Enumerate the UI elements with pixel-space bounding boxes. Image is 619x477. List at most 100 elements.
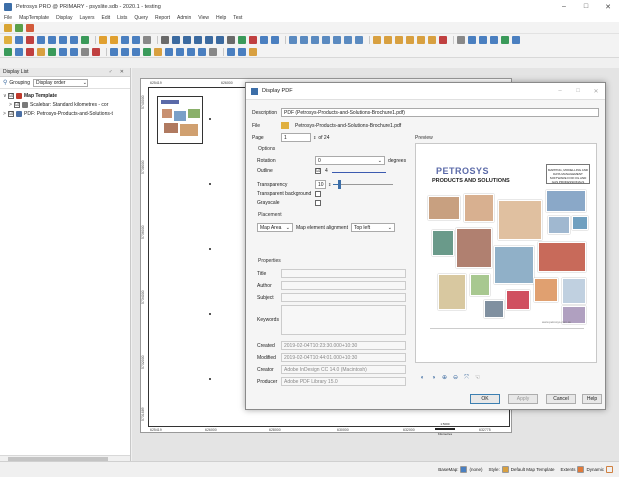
add-layer-icon[interactable] (4, 47, 12, 56)
transparent-bg-checkbox[interactable] (315, 191, 321, 197)
tool-b-icon[interactable] (384, 36, 392, 44)
tool-c-icon[interactable] (395, 36, 403, 44)
menu-layers[interactable]: Layers (79, 15, 94, 21)
tool-a-icon[interactable] (373, 36, 381, 44)
list-icon[interactable] (59, 36, 67, 44)
visibility-checkbox[interactable]: ☑ (14, 101, 20, 108)
menu-help[interactable]: Help (216, 15, 226, 21)
menu-test[interactable]: Test (233, 15, 242, 21)
cancel-button[interactable]: Cancel (546, 394, 576, 404)
menu-display[interactable]: Display (56, 15, 72, 21)
visibility-checkbox[interactable]: ☑ (8, 92, 14, 99)
basemap-icon[interactable] (460, 466, 468, 473)
ok-button[interactable]: OK (470, 394, 500, 404)
page-input[interactable]: 1 (281, 133, 311, 142)
dynamic-icon[interactable] (606, 466, 613, 473)
grouping-select[interactable]: Display order ⌄ (32, 78, 88, 87)
transparency-input[interactable]: 10 (315, 180, 326, 189)
menu-report[interactable]: Report (155, 15, 170, 21)
image-icon[interactable] (48, 47, 56, 56)
pointer-icon[interactable] (4, 36, 12, 44)
tree-item-scalebar[interactable]: > ☑ Scalebar: Standard kilometres - cor (3, 100, 127, 109)
page-spinner-icon[interactable]: ⇕ (313, 135, 316, 140)
tool-g-icon[interactable] (439, 36, 447, 44)
close-button[interactable]: ✕ (597, 0, 619, 13)
options-icon[interactable] (249, 47, 257, 56)
zoom-extents-icon[interactable]: ⤧ (462, 374, 471, 382)
new-icon[interactable] (15, 23, 23, 32)
zoom-previous-icon[interactable]: ◐ (418, 374, 427, 382)
tree-item-pdf[interactable]: > ☑ PDF: Petrosys-Products-and-Solutions… (3, 109, 127, 118)
dialog-minimize-button[interactable]: – (551, 88, 569, 95)
transparency-spinner-icon[interactable]: ⇕ (328, 182, 331, 187)
polygon-icon[interactable] (479, 36, 487, 44)
map-icon[interactable] (260, 36, 268, 44)
pdf-thumbnail[interactable] (157, 96, 203, 144)
culture-icon[interactable] (311, 36, 319, 44)
zoom-previous-icon[interactable] (172, 36, 180, 44)
menu-view[interactable]: View (198, 15, 209, 21)
circle-icon[interactable] (501, 36, 509, 44)
zoom-out-icon[interactable]: ⊖ (451, 374, 460, 382)
contour-icon[interactable] (322, 36, 330, 44)
style-value[interactable]: Default Map Template (511, 467, 555, 472)
north-arrow-icon[interactable] (165, 47, 173, 56)
preview-panel[interactable]: PETROSYS PRODUCTS AND SOLUTIONS MAPPING,… (415, 143, 597, 363)
menu-admin[interactable]: Admin (177, 15, 191, 21)
marker-icon[interactable] (512, 36, 520, 44)
refresh-icon[interactable] (81, 36, 89, 44)
placement-select[interactable]: Map Area ⌄ (257, 223, 293, 232)
description-input[interactable]: PDF (Petrosys-Products-and-Solutions-Bro… (281, 108, 599, 117)
layer-icon[interactable] (15, 36, 23, 44)
annotation-icon[interactable] (198, 47, 206, 56)
dialog-maximize-button[interactable]: □ (569, 88, 587, 95)
frame-icon[interactable] (176, 47, 184, 56)
alignment-select[interactable]: Top left ⌄ (350, 223, 395, 232)
grayscale-checkbox[interactable] (315, 200, 321, 206)
chart-icon[interactable] (70, 36, 78, 44)
layer-props-icon[interactable] (15, 47, 23, 56)
minimize-button[interactable]: – (553, 0, 575, 13)
dialog-close-button[interactable]: ✕ (587, 88, 605, 95)
redraw-icon[interactable] (249, 36, 257, 44)
hand-icon[interactable] (227, 36, 235, 44)
scalebar[interactable]: 1:5000 Kilometres (431, 422, 459, 440)
star-icon[interactable] (92, 47, 100, 56)
table-icon[interactable] (48, 36, 56, 44)
grid-layer-icon[interactable] (59, 47, 67, 56)
save-icon[interactable] (26, 23, 34, 32)
zoom-next-icon[interactable] (183, 36, 191, 44)
hash-icon[interactable] (209, 47, 217, 56)
grid-icon[interactable] (37, 36, 45, 44)
export-icon[interactable] (227, 47, 235, 56)
help-button[interactable]: Help (582, 394, 602, 404)
folder-open-icon[interactable] (99, 36, 107, 44)
apply-button[interactable]: Apply (508, 394, 538, 404)
pan-icon[interactable] (161, 36, 169, 44)
faults-icon[interactable] (344, 36, 352, 44)
seismic-icon[interactable] (300, 36, 308, 44)
legend-icon[interactable] (143, 47, 151, 56)
visibility-checkbox[interactable]: ☑ (8, 110, 14, 117)
measure-icon[interactable] (238, 36, 246, 44)
copy-icon[interactable] (143, 36, 151, 44)
rotation-select[interactable]: 0 ⌄ (315, 156, 385, 165)
zoom-out-icon[interactable] (205, 36, 213, 44)
title-block-icon[interactable] (187, 47, 195, 56)
zoom-in-icon[interactable]: ⊕ (440, 374, 449, 382)
pdf-icon[interactable] (110, 47, 118, 56)
menu-file[interactable]: File (4, 15, 12, 21)
window-icon[interactable] (271, 36, 279, 44)
plot-icon[interactable] (238, 47, 246, 56)
zoom-extents-icon[interactable] (216, 36, 224, 44)
line-icon[interactable] (468, 36, 476, 44)
outline-color-line[interactable] (332, 172, 386, 173)
settings-icon[interactable] (37, 47, 45, 56)
slider-knob[interactable] (338, 180, 341, 189)
shapefile-icon[interactable] (132, 47, 140, 56)
text-icon[interactable] (355, 36, 363, 44)
zoom-in-icon[interactable] (194, 36, 202, 44)
pan-hand-icon[interactable]: ☜ (473, 374, 482, 382)
panel-controls[interactable]: ♂ ✕ (109, 69, 127, 75)
draw-icon[interactable] (81, 47, 89, 56)
